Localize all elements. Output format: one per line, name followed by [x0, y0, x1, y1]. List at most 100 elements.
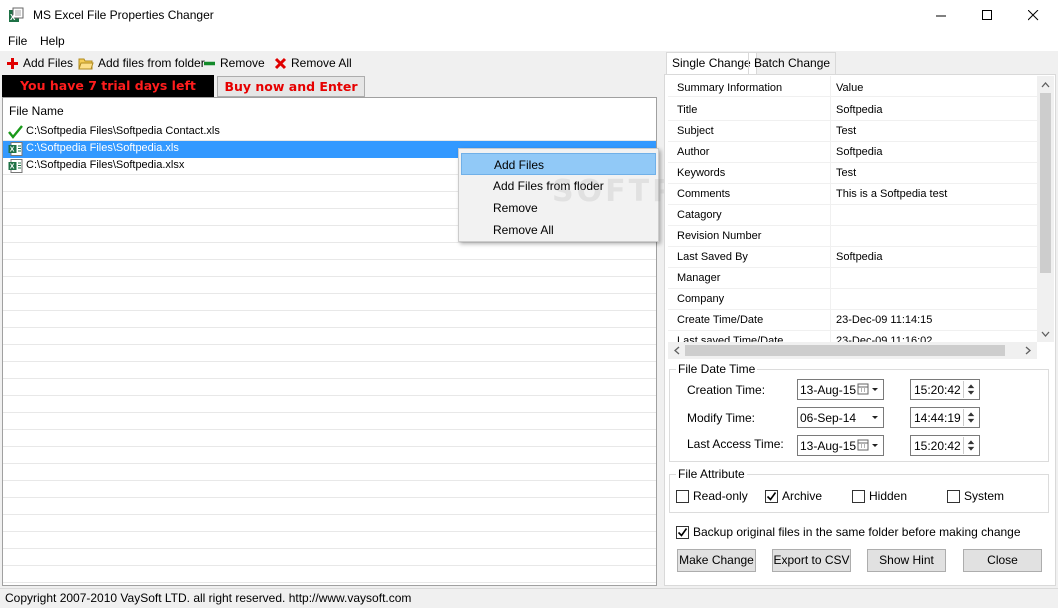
checkbox-box[interactable]: [676, 489, 689, 503]
property-row[interactable]: Manager: [668, 268, 1037, 289]
property-row[interactable]: Company: [668, 289, 1037, 310]
creation-time-spinner[interactable]: 15:20:42: [910, 379, 980, 400]
scroll-down-icon[interactable]: [1037, 327, 1054, 341]
empty-row: [3, 566, 656, 583]
empty-row: [3, 532, 656, 549]
scroll-up-icon[interactable]: [1037, 78, 1054, 92]
creation-date-picker[interactable]: 13-Aug-15: [797, 379, 884, 400]
minimize-button[interactable]: [918, 0, 964, 31]
folder-icon: [78, 58, 94, 69]
property-row[interactable]: Revision Number: [668, 226, 1037, 247]
spin-arrows-icon[interactable]: [963, 409, 978, 426]
system-checkbox[interactable]: System: [947, 489, 1004, 503]
archive-checkbox[interactable]: Archive: [765, 489, 822, 503]
file-path: C:\Softpedia Files\Softpedia.xls: [26, 142, 179, 154]
property-name: Create Time/Date: [677, 314, 764, 326]
spin-arrows-icon[interactable]: [963, 381, 978, 398]
creation-time-value: 15:20:42: [914, 383, 961, 397]
property-value[interactable]: 23-Dec-09 11:16:02: [836, 335, 932, 342]
properties-header: Summary Information Value: [668, 76, 1037, 100]
remove-button[interactable]: Remove: [203, 56, 265, 70]
properties-horizontal-scrollbar[interactable]: [668, 342, 1037, 359]
property-value[interactable]: 23-Dec-09 11:14:15: [836, 314, 932, 326]
checkbox-box[interactable]: [676, 525, 689, 539]
context-add-from-folder[interactable]: Add Files from floder: [461, 175, 656, 197]
access-time-spinner[interactable]: 15:20:42: [910, 435, 980, 456]
excel-file-icon: X: [8, 142, 23, 156]
make-change-button[interactable]: Make Change: [677, 549, 756, 572]
value-header[interactable]: Value: [836, 82, 863, 94]
property-row[interactable]: Subject Test: [668, 121, 1037, 142]
dropdown-arrow-icon[interactable]: [857, 410, 881, 425]
modify-time-value: 14:44:19: [914, 411, 961, 425]
property-name: Catagory: [677, 209, 722, 221]
calendar-icon[interactable]: [857, 438, 881, 453]
spin-arrows-icon[interactable]: [963, 437, 978, 454]
property-row[interactable]: Title Softpedia: [668, 100, 1037, 121]
empty-row: [3, 328, 656, 345]
property-row[interactable]: Create Time/Date 23-Dec-09 11:14:15: [668, 310, 1037, 331]
property-row[interactable]: Author Softpedia: [668, 142, 1037, 163]
file-row[interactable]: C:\Softpedia Files\Softpedia Contact.xls: [3, 124, 656, 141]
property-value[interactable]: Test: [836, 167, 856, 179]
app-icon: X: [9, 7, 24, 22]
property-name: Manager: [677, 272, 721, 284]
scroll-right-icon[interactable]: [1021, 342, 1035, 359]
show-hint-button[interactable]: Show Hint: [867, 549, 946, 572]
modify-date-picker[interactable]: 06-Sep-14: [797, 407, 884, 428]
close-button[interactable]: Close: [963, 549, 1042, 572]
buy-now-button[interactable]: Buy now and Enter Key: [217, 76, 365, 113]
property-row[interactable]: Last Saved By Softpedia: [668, 247, 1037, 268]
empty-row: [3, 481, 656, 498]
menu-file[interactable]: File: [8, 34, 27, 48]
backup-label: Backup original files in the same folder…: [693, 525, 1021, 539]
calendar-icon[interactable]: [857, 382, 881, 397]
scroll-left-icon[interactable]: [670, 342, 684, 359]
empty-row: [3, 430, 656, 447]
modify-time-spinner[interactable]: 14:44:19: [910, 407, 980, 428]
svg-text:X: X: [10, 164, 15, 171]
empty-row: [3, 396, 656, 413]
property-value[interactable]: Softpedia: [836, 251, 882, 263]
properties-vertical-scrollbar[interactable]: [1037, 76, 1054, 342]
creation-date-value: 13-Aug-15: [800, 383, 857, 397]
menu-help[interactable]: Help: [40, 34, 65, 48]
remove-all-button[interactable]: Remove All: [274, 56, 352, 70]
maximize-button[interactable]: [964, 0, 1010, 31]
read-only-checkbox[interactable]: Read-only: [676, 489, 748, 503]
property-value[interactable]: This is a Softpedia test: [836, 188, 947, 200]
property-row[interactable]: Comments This is a Softpedia test: [668, 184, 1037, 205]
close-window-button[interactable]: [1010, 0, 1056, 31]
tab-single-change[interactable]: Single Change: [666, 52, 757, 75]
context-remove[interactable]: Remove: [461, 197, 656, 219]
horizontal-scrollbar-thumb[interactable]: [685, 345, 1005, 356]
context-remove-all[interactable]: Remove All: [461, 219, 656, 241]
property-row[interactable]: Keywords Test: [668, 163, 1037, 184]
context-add-files[interactable]: Add Files: [461, 153, 656, 175]
property-name: Title: [677, 104, 698, 116]
file-name-column-header[interactable]: File Name: [3, 98, 656, 124]
access-date-picker[interactable]: 13-Aug-15: [797, 435, 884, 456]
svg-text:X: X: [10, 147, 15, 154]
export-csv-button[interactable]: Export to CSV: [772, 549, 851, 572]
property-row[interactable]: Last saved Time/Date 23-Dec-09 11:16:02: [668, 331, 1037, 342]
checkbox-box[interactable]: [765, 489, 778, 503]
scrollbar-thumb[interactable]: [1040, 93, 1051, 273]
property-value[interactable]: Test: [836, 125, 856, 137]
summary-information-header[interactable]: Summary Information: [677, 82, 782, 94]
creation-time-label: Creation Time:: [687, 383, 766, 397]
add-from-folder-button[interactable]: Add files from folder: [78, 56, 205, 70]
toolbar: Add Files Add files from folder Remove R…: [0, 53, 660, 75]
checkbox-box[interactable]: [852, 489, 865, 503]
backup-checkbox[interactable]: Backup original files in the same folder…: [676, 525, 1021, 539]
property-value[interactable]: Softpedia: [836, 104, 882, 116]
add-files-button[interactable]: Add Files: [6, 56, 73, 70]
minus-icon: [204, 61, 215, 65]
property-row[interactable]: Catagory: [668, 205, 1037, 226]
checkbox-box[interactable]: [947, 489, 960, 503]
tab-batch-change[interactable]: Batch Change: [748, 52, 837, 74]
empty-row: [3, 311, 656, 328]
property-value[interactable]: Softpedia: [836, 146, 882, 158]
properties-grid[interactable]: Summary Information Value Title Softpedia…: [668, 76, 1037, 342]
hidden-checkbox[interactable]: Hidden: [852, 489, 907, 503]
